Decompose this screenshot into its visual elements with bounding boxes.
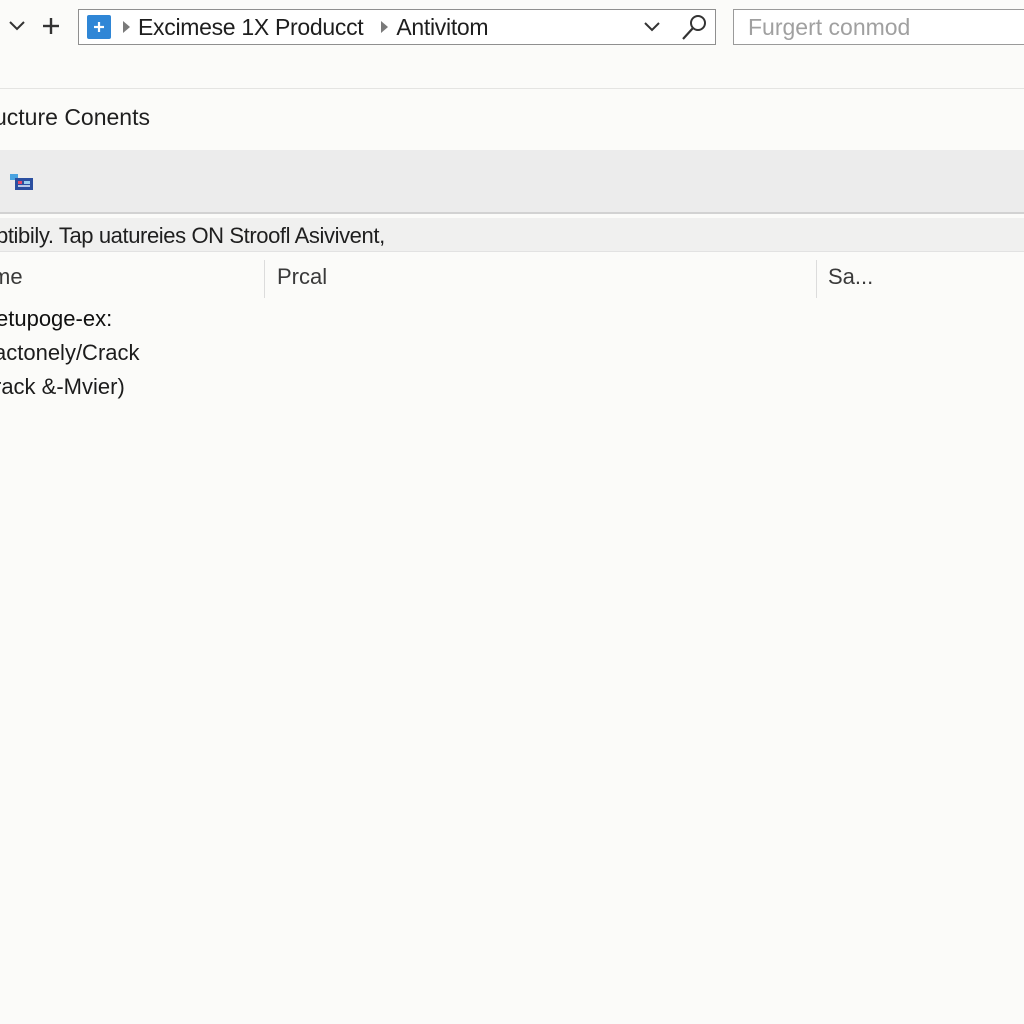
breadcrumb-chevron-icon (123, 21, 130, 33)
folder-plus-icon (87, 15, 111, 39)
status-text: ptibily. Tap uatureies ON Stroofl Asiviv… (0, 223, 385, 248)
column-divider[interactable] (816, 260, 817, 298)
view-icon[interactable] (6, 170, 36, 194)
column-header-second[interactable]: Prcal (277, 264, 327, 290)
list-item[interactable]: etupoge-ex: (0, 306, 1024, 340)
chevron-down-icon[interactable] (4, 10, 30, 42)
list-item[interactable]: actonely/Crack (0, 340, 1024, 374)
address-bar[interactable]: Excimese 1X Producct Antivitom (78, 9, 716, 45)
column-header-name[interactable]: me (0, 264, 23, 290)
breadcrumb-item[interactable]: Antivitom (396, 14, 488, 41)
search-input[interactable] (733, 9, 1024, 45)
explorer-window: Excimese 1X Producct Antivitom ucture Co… (0, 0, 1024, 1024)
search-icon[interactable] (677, 12, 711, 42)
column-headers: me Prcal Sa... (0, 256, 1024, 300)
divider (0, 88, 1024, 89)
new-tab-button[interactable] (38, 10, 64, 42)
list-item[interactable]: rack &-Mvier) (0, 374, 1024, 408)
column-header-third[interactable]: Sa... (828, 264, 873, 290)
page-title: ucture Conents (0, 104, 150, 130)
toolbar (0, 150, 1024, 214)
breadcrumb-item[interactable]: Excimese 1X Producct (138, 14, 364, 41)
file-list: etupoge-ex: actonely/Crack rack &-Mvier) (0, 306, 1024, 408)
history-dropdown-icon[interactable] (641, 16, 663, 38)
breadcrumb-chevron-icon (381, 21, 389, 33)
navigation-bar: Excimese 1X Producct Antivitom (0, 0, 1024, 56)
column-divider[interactable] (264, 260, 265, 298)
status-bar: ptibily. Tap uatureies ON Stroofl Asiviv… (0, 218, 1024, 252)
